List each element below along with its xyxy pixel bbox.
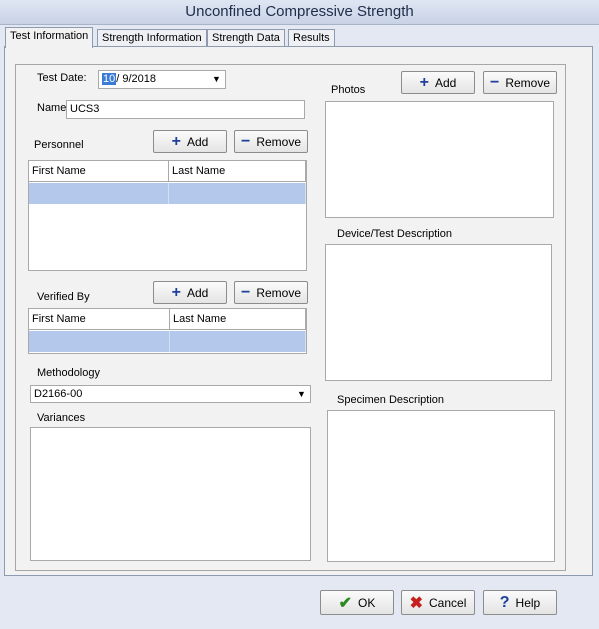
personnel-add-label: Add [186,134,209,149]
chevron-down-icon[interactable]: ▼ [209,72,224,87]
tab-results[interactable]: Results [288,29,335,47]
personnel-remove-button[interactable]: − Remove [234,130,308,153]
photos-list[interactable] [325,101,554,218]
ok-label: OK [358,595,376,610]
minus-icon: − [240,132,251,150]
verified-remove-label: Remove [256,285,302,300]
test-date-picker[interactable]: 10/ 9/2018 ▼ [98,70,226,89]
plus-icon: + [171,132,181,150]
specimen-description-label: Specimen Description [337,394,444,406]
photos-add-label: Add [434,75,457,90]
verified-by-label: Verified By [37,291,90,303]
verified-col-last-name[interactable]: Last Name [170,309,306,330]
verified-cell-last[interactable] [170,331,306,352]
personnel-selected-row[interactable] [29,183,306,204]
photos-remove-label: Remove [505,75,551,90]
checkmark-icon: ✔ [338,594,353,612]
plus-icon: + [419,73,429,91]
photos-label: Photos [331,84,366,96]
question-icon: ? [499,593,510,611]
personnel-grid-header: First Name Last Name [29,161,306,182]
verified-by-grid[interactable]: First Name Last Name [28,308,307,354]
personnel-cell-first[interactable] [29,183,169,204]
methodology-select[interactable]: D2166-00 ▼ [30,385,311,403]
minus-icon: − [489,73,500,91]
variances-label: Variances [37,412,86,424]
window-title: Unconfined Compressive Strength [0,0,599,25]
personnel-cell-last[interactable] [169,183,306,204]
photos-add-button[interactable]: + Add [401,71,475,94]
variances-textarea[interactable] [30,427,311,561]
minus-icon: − [240,283,251,301]
help-button[interactable]: ? Help [483,590,557,615]
device-description-textarea[interactable] [325,244,552,381]
cancel-button[interactable]: ✖ Cancel [401,590,475,615]
test-date-rest: / 9/2018 [116,73,157,85]
personnel-label: Personnel [34,139,84,151]
personnel-add-button[interactable]: + Add [153,130,227,153]
tab-strength-data[interactable]: Strength Data [207,29,285,47]
chevron-down-icon[interactable]: ▼ [294,387,309,402]
specimen-description-textarea[interactable] [327,410,555,562]
verified-cell-first[interactable] [29,331,170,352]
help-label: Help [515,595,541,610]
personnel-grid[interactable]: First Name Last Name [28,160,307,271]
photos-remove-button[interactable]: − Remove [483,71,557,94]
verified-add-button[interactable]: + Add [153,281,227,304]
ok-button[interactable]: ✔ OK [320,590,394,615]
verified-selected-row[interactable] [29,331,306,352]
personnel-col-last-name[interactable]: Last Name [169,161,306,182]
methodology-label: Methodology [37,367,100,379]
test-date-label: Test Date: [37,72,87,84]
x-icon: ✖ [409,594,424,612]
plus-icon: + [171,283,181,301]
tab-strength-information[interactable]: Strength Information [97,29,207,47]
test-information-group: Test Date: 10/ 9/2018 ▼ Name: UCS3 Perso… [15,64,566,571]
verified-remove-button[interactable]: − Remove [234,281,308,304]
name-label: Name: [37,102,70,114]
name-input[interactable]: UCS3 [66,100,305,119]
device-description-label: Device/Test Description [337,228,452,240]
methodology-value: D2166-00 [34,388,83,400]
test-date-month: 10 [102,73,117,85]
verified-add-label: Add [186,285,209,300]
verified-grid-header: First Name Last Name [29,309,306,330]
verified-col-first-name[interactable]: First Name [29,309,170,330]
cancel-label: Cancel [429,595,467,610]
personnel-remove-label: Remove [256,134,302,149]
tab-test-information[interactable]: Test Information [5,27,94,48]
personnel-col-first-name[interactable]: First Name [29,161,169,182]
tab-panel-test-information: Test Date: 10/ 9/2018 ▼ Name: UCS3 Perso… [4,46,593,576]
